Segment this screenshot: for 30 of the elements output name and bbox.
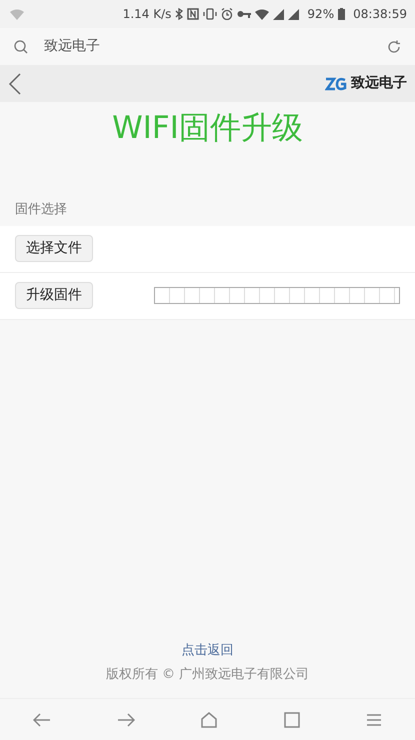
tabs-icon[interactable] [284, 712, 300, 728]
battery-level: 92% [307, 6, 334, 23]
key-icon [237, 10, 252, 18]
forward-icon[interactable] [117, 712, 136, 726]
signal-icon [273, 8, 284, 20]
back-icon[interactable] [33, 712, 52, 726]
alarm-icon [221, 8, 234, 20]
wifi-icon [10, 8, 24, 20]
search-icon [14, 40, 28, 54]
upgrade-button[interactable]: 升级固件 [15, 282, 93, 309]
signal-icon [288, 8, 300, 20]
network-speed: 1.14 K/s [122, 6, 172, 23]
wifi-icon [255, 8, 270, 20]
section-label: 固件选择 [14, 201, 68, 219]
nfc-icon [187, 8, 200, 20]
bluetooth-icon [175, 8, 184, 20]
clock: 08:38:59 [353, 6, 407, 23]
address-text[interactable]: 致远电子 [44, 36, 100, 57]
menu-icon[interactable] [366, 712, 382, 726]
home-icon[interactable] [201, 712, 218, 728]
choose-file-button[interactable]: 选择文件 [15, 235, 93, 262]
vibrate-icon [203, 8, 218, 20]
logo-icon [325, 76, 347, 92]
reload-icon[interactable] [387, 40, 401, 54]
battery-icon [338, 8, 346, 20]
back-icon[interactable] [8, 72, 22, 94]
brand-name: 致远电子 [351, 74, 407, 93]
page-title: WIFI固件升级 [111, 109, 304, 148]
copyright-text: 版权所有 © 广州致远电子有限公司 [104, 666, 310, 684]
back-link[interactable]: 点击返回 [182, 642, 234, 658]
